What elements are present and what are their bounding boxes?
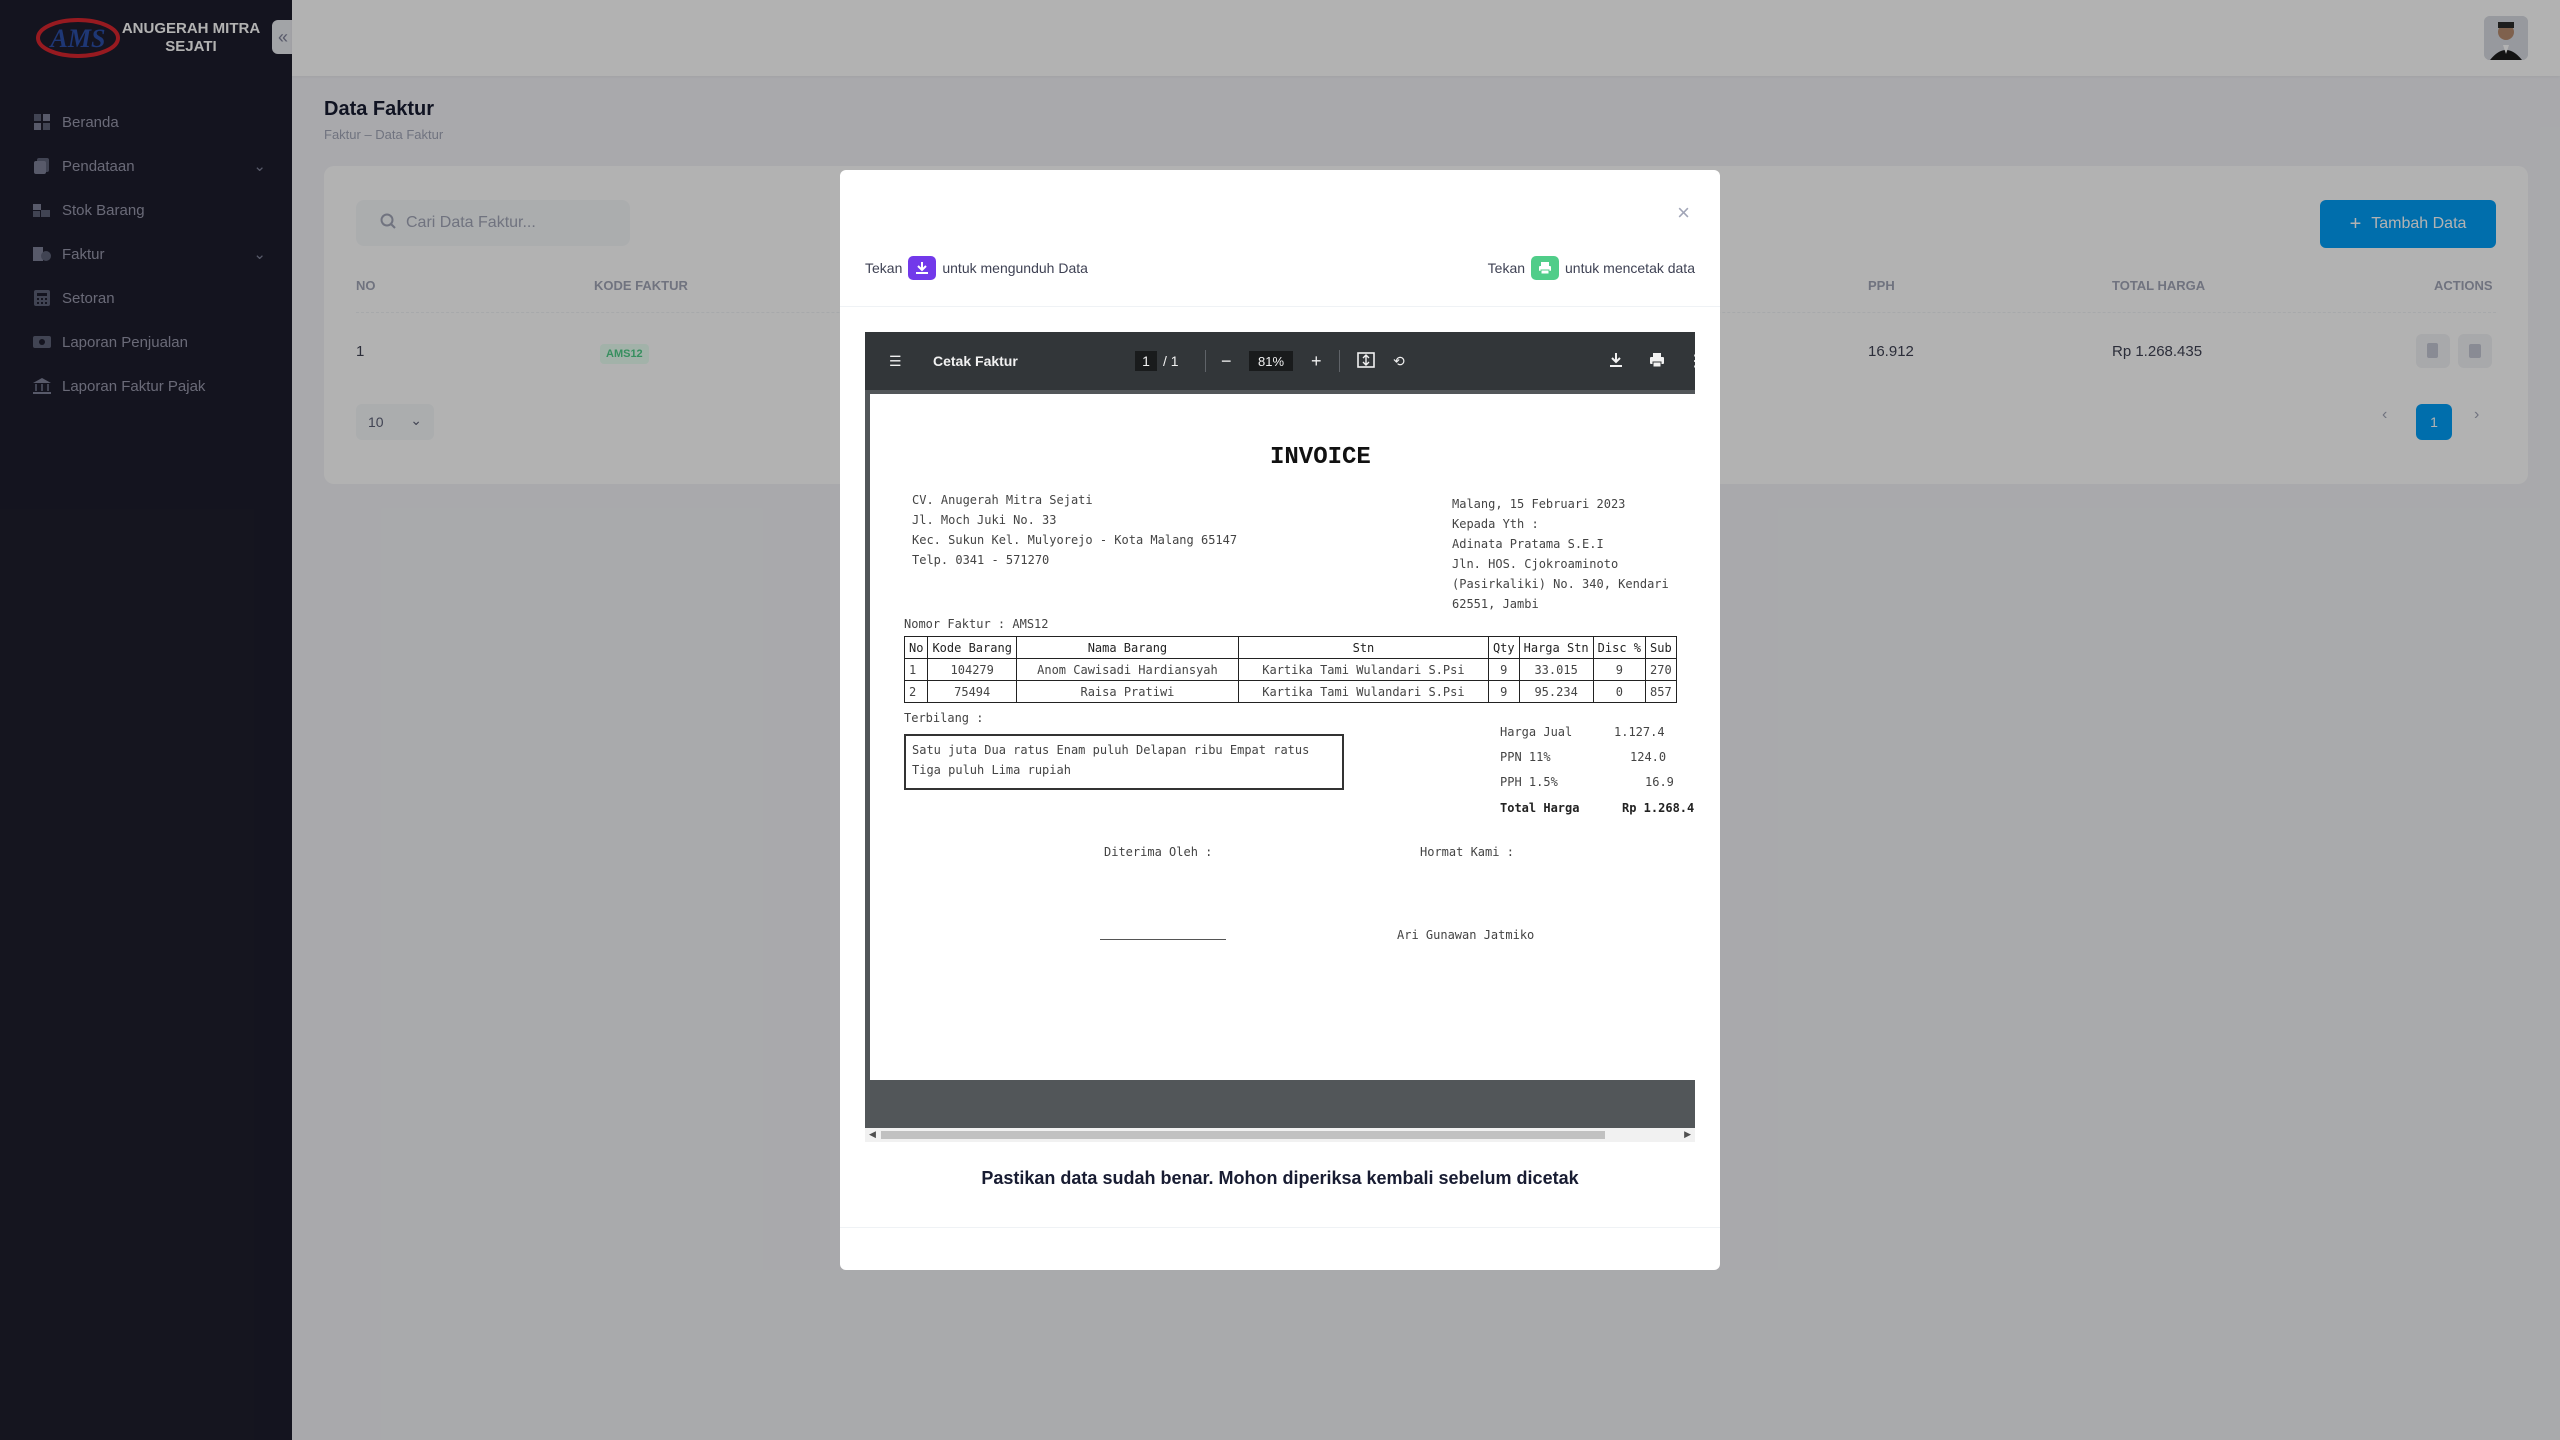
col-header: Sub <box>1645 636 1677 659</box>
company-line: Kec. Sukun Kel. Mulyorejo - Kota Malang … <box>912 533 1238 547</box>
summary-label: PPN 11% <box>1500 750 1551 764</box>
toolbar-divider <box>1339 350 1340 372</box>
download-hint-suffix: untuk mengunduh Data <box>942 260 1088 276</box>
zoom-input[interactable]: 81% <box>1249 351 1293 371</box>
scrollbar-thumb[interactable] <box>881 1131 1605 1139</box>
summary-total-value: Rp 1.268.4 <box>1622 801 1695 815</box>
fit-page-icon[interactable] <box>1357 351 1375 371</box>
pdf-toolbar: ☰ Cetak Faktur 1 / 1 − 81% + ⟲ ⋮ <box>865 332 1695 390</box>
invoice-heading: INVOICE <box>1270 444 1371 471</box>
table-cell: Raisa Pratiwi <box>1015 680 1239 703</box>
pdf-viewer[interactable]: ☰ Cetak Faktur 1 / 1 − 81% + ⟲ ⋮ INVOICE… <box>865 332 1695 1142</box>
zoom-out-icon[interactable]: − <box>1221 351 1232 372</box>
company-address: CV. Anugerah Mitra Sejati Jl. Moch Juki N… <box>912 490 1237 570</box>
recipient-line: (Pasirkaliki) No. 340, Kendari <box>1452 577 1669 591</box>
table-cell: 75494 <box>927 680 1017 703</box>
col-header: Nama Barang <box>1015 636 1239 659</box>
modal-note: Pastikan data sudah benar. Mohon diperik… <box>981 1168 1579 1188</box>
table-cell: 9 <box>1592 658 1647 681</box>
print-chip-icon <box>1531 256 1560 280</box>
print-hint-suffix: untuk mencetak data <box>1565 260 1695 276</box>
col-header: Disc % <box>1592 636 1647 659</box>
company-line: Telp. 0341 - 571270 <box>912 553 1050 567</box>
regards-label: Hormat Kami : <box>1420 845 1514 859</box>
page-separator: / <box>1163 353 1171 369</box>
download-icon[interactable] <box>1609 352 1623 371</box>
download-chip-icon <box>908 256 937 280</box>
print-hint-prefix: Tekan <box>1487 260 1526 276</box>
table-cell: 270 <box>1645 658 1677 681</box>
summary-label: PPH 1.5% <box>1500 775 1558 789</box>
recipient-block: Malang, 15 Februari 2023 Kepada Yth : Adin… <box>1452 494 1669 614</box>
print-hint: Tekan untuk mencetak data <box>1488 256 1695 280</box>
col-header: Qty <box>1487 636 1520 659</box>
company-line: Jl. Moch Juki No. 33 <box>912 513 1057 527</box>
rotate-icon[interactable]: ⟲ <box>1393 353 1405 370</box>
table-row: 1 104279 Anom Cawisadi Hardiansyah Karti… <box>903 658 1677 681</box>
col-header: No <box>903 636 929 659</box>
invoice-date: Malang, 15 Februari 2023 <box>1452 497 1626 511</box>
table-cell: 33.015 <box>1518 658 1594 681</box>
table-cell: 2 <box>903 680 929 703</box>
menu-icon[interactable]: ☰ <box>889 353 902 370</box>
col-header: Kode Barang <box>927 636 1017 659</box>
table-cell: 95.234 <box>1518 680 1594 703</box>
pdf-title: Cetak Faktur <box>933 353 1018 369</box>
recipient-line: Jln. HOS. Cjokroaminoto <box>1452 557 1619 571</box>
recipient-label: Kepada Yth : <box>1452 517 1539 531</box>
table-header-row: No Kode Barang Nama Barang Stn Qty Harga… <box>903 636 1677 659</box>
col-header: Stn <box>1237 636 1489 659</box>
close-icon: × <box>1677 200 1690 225</box>
page-number-input[interactable]: 1 <box>1135 351 1157 371</box>
modal-divider <box>840 306 1720 307</box>
zoom-in-icon[interactable]: + <box>1311 351 1322 372</box>
modal-footer-divider <box>840 1227 1720 1228</box>
close-modal-button[interactable]: × <box>1677 200 1690 226</box>
table-cell: 104279 <box>927 658 1017 681</box>
print-modal: × Tekan untuk mengunduh Data Tekan untuk… <box>840 170 1720 1270</box>
download-hint-prefix: Tekan <box>865 260 903 276</box>
received-label: Diterima Oleh : <box>1104 845 1213 859</box>
company-line: CV. Anugerah Mitra Sejati <box>912 493 1093 507</box>
table-cell: 857 <box>1645 680 1677 703</box>
toolbar-divider <box>1205 350 1206 372</box>
page-indicator: 1 / 1 <box>1135 351 1179 371</box>
summary-value: 124.0 <box>1630 750 1667 764</box>
terbilang-box: Satu juta Dua ratus Enam puluh Delapan r… <box>904 734 1344 790</box>
summary-label: Harga Jual <box>1500 725 1573 739</box>
summary-value: 1.127.4 <box>1614 725 1665 739</box>
download-hint: Tekan untuk mengunduh Data <box>865 256 1088 280</box>
signer-name: Ari Gunawan Jatmiko <box>1397 928 1535 942</box>
table-row: 2 75494 Raisa Pratiwi Kartika Tami Wulan… <box>903 680 1677 703</box>
recipient-line: Adinata Pratama S.E.I <box>1452 537 1604 551</box>
more-options-icon[interactable]: ⋮ <box>1687 351 1695 371</box>
scroll-right-icon[interactable]: ▶ <box>1684 1129 1691 1140</box>
invoice-items-table: No Kode Barang Nama Barang Stn Qty Harga… <box>903 636 1677 703</box>
summary-total-label: Total Harga <box>1500 801 1580 815</box>
table-cell: 9 <box>1487 658 1520 681</box>
table-cell: 1 <box>903 658 929 681</box>
table-cell: 0 <box>1592 680 1647 703</box>
invoice-number: Nomor Faktur : AMS12 <box>904 617 1049 631</box>
table-cell: 9 <box>1487 680 1520 703</box>
signature-line <box>1100 939 1226 940</box>
col-header: Harga Stn <box>1518 636 1594 659</box>
table-cell: Anom Cawisadi Hardiansyah <box>1015 658 1239 681</box>
terbilang-label: Terbilang : <box>904 711 984 725</box>
table-cell: Kartika Tami Wulandari S.Psi <box>1237 658 1489 681</box>
invoice-page: INVOICE CV. Anugerah Mitra Sejati Jl. Moc… <box>870 394 1695 1080</box>
print-icon[interactable] <box>1649 352 1665 371</box>
summary-value: 16.9 <box>1645 775 1674 789</box>
page-total: 1 <box>1170 353 1179 369</box>
scroll-left-icon[interactable]: ◀ <box>869 1129 876 1140</box>
horizontal-scrollbar[interactable]: ◀ ▶ <box>865 1128 1695 1142</box>
recipient-line: 62551, Jambi <box>1452 597 1539 611</box>
table-cell: Kartika Tami Wulandari S.Psi <box>1237 680 1489 703</box>
